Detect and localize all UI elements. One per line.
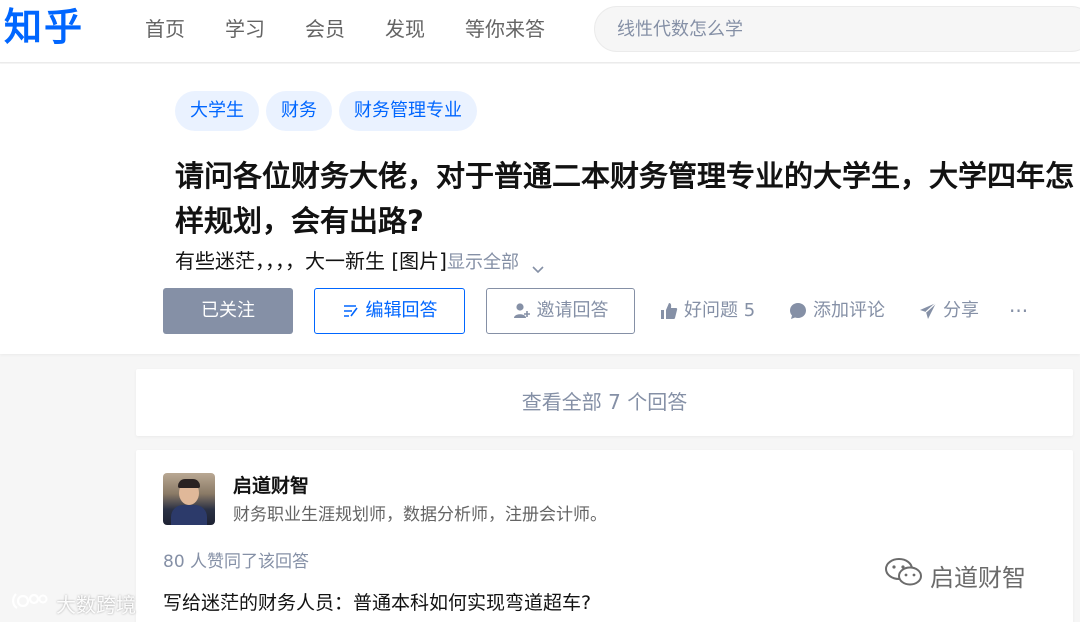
invite-answer-button[interactable]: 邀请回答 xyxy=(486,288,635,334)
answer-excerpt[interactable]: 写给迷茫的财务人员：普通本科如何实现弯道超车? xyxy=(163,588,591,615)
show-all-label: 显示全部 xyxy=(446,252,519,273)
edit-answer-label: 编辑回答 xyxy=(365,300,438,321)
watermark-left: 大数跨境 xyxy=(10,589,136,618)
nav-item-home[interactable]: 首页 xyxy=(145,16,185,42)
nav-item-discover[interactable]: 发现 xyxy=(385,16,425,42)
topic-tag[interactable]: 大学生 xyxy=(175,91,259,131)
main-nav: 首页 学习 会员 发现 等你来答 xyxy=(145,16,585,42)
wechat-icon xyxy=(884,557,924,593)
watermark-left-text: 大数跨境 xyxy=(56,593,136,617)
question-actions: 已关注 编辑回答 邀请回答 好问题 5 添加评论 分享 ··· xyxy=(163,288,1073,334)
vote-count: 80 人赞同了该回答 xyxy=(163,552,310,572)
answer-card: 启道财智 财务职业生涯规划师，数据分析师，注册会计师。 80 人赞同了该回答 写… xyxy=(136,450,1073,622)
share-label: 分享 xyxy=(943,300,979,321)
avatar-body xyxy=(171,505,207,525)
view-all-answers-button[interactable]: 查看全部 7 个回答 xyxy=(136,369,1073,436)
add-comment-label: 添加评论 xyxy=(813,300,885,321)
invite-answer-label: 邀请回答 xyxy=(536,300,609,321)
question-title: 请问各位财务大佬，对于普通二本财务管理专业的大学生，大学四年怎样规划，会有出路? xyxy=(175,159,1075,238)
chevron-down-icon xyxy=(531,256,545,274)
more-button[interactable]: ··· xyxy=(1009,288,1028,334)
comment-icon xyxy=(789,302,807,320)
watermark-right-text: 启道财智 xyxy=(930,563,1026,592)
topic-tag[interactable]: 财务管理专业 xyxy=(339,91,477,131)
watermark-logo-icon xyxy=(10,590,50,617)
question-header: 大学生 财务 财务管理专业 请问各位财务大佬，对于普通二本财务管理专业的大学生，… xyxy=(0,64,1080,354)
share-button[interactable]: 分享 xyxy=(919,288,979,334)
paper-plane-icon xyxy=(919,302,937,320)
good-question-label: 好问题 5 xyxy=(684,300,756,321)
good-question-button[interactable]: 好问题 5 xyxy=(660,288,755,334)
show-all-button[interactable]: 显示全部 xyxy=(446,252,545,274)
author-bio: 财务职业生涯规划师，数据分析师，注册会计师。 xyxy=(233,505,607,525)
edit-answer-button[interactable]: 编辑回答 xyxy=(314,288,465,334)
add-comment-button[interactable]: 添加评论 xyxy=(789,288,885,334)
search-input[interactable] xyxy=(595,7,1080,51)
thumbs-up-icon xyxy=(660,302,678,320)
avatar[interactable] xyxy=(163,473,215,525)
nav-item-vip[interactable]: 会员 xyxy=(305,16,345,42)
topic-tag[interactable]: 财务 xyxy=(266,91,332,131)
edit-icon xyxy=(342,303,360,319)
author-name[interactable]: 启道财智 xyxy=(233,471,309,498)
topic-tags: 大学生 财务 财务管理专业 xyxy=(175,91,477,131)
nav-item-learn[interactable]: 学习 xyxy=(225,16,265,42)
top-navbar: 知乎 首页 学习 会员 发现 等你来答 xyxy=(0,0,1080,63)
nav-item-waiting[interactable]: 等你来答 xyxy=(465,16,545,42)
watermark-right: 启道财智 xyxy=(884,557,1026,593)
question-detail-text: 有些迷茫，，，，大一新生 [图片] xyxy=(175,249,447,273)
question-detail: 有些迷茫，，，，大一新生 [图片]显示全部 xyxy=(175,246,545,278)
zhihu-logo[interactable]: 知乎 xyxy=(4,4,84,50)
search-box xyxy=(594,6,1080,52)
add-user-icon xyxy=(513,302,531,320)
follow-button[interactable]: 已关注 xyxy=(163,288,293,334)
avatar-hair xyxy=(178,479,200,488)
